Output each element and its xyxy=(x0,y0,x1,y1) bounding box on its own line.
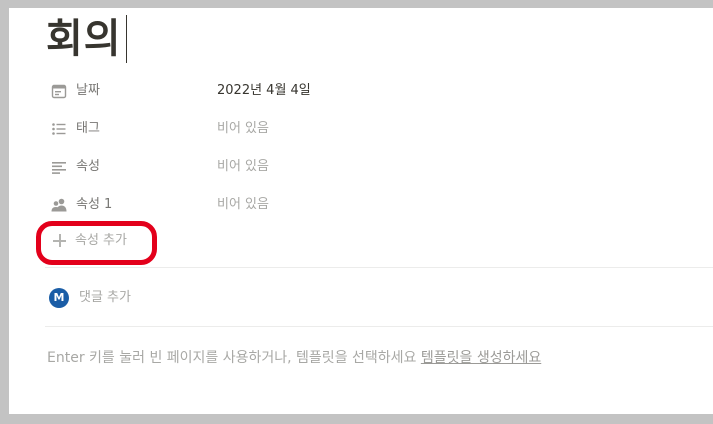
property-row-tags[interactable]: 태그 비어 있음 xyxy=(45,112,705,146)
text-caret xyxy=(126,15,127,63)
add-comment-label: 댓글 추가 xyxy=(79,290,131,305)
add-comment[interactable]: M 댓글 추가 xyxy=(45,285,445,311)
property-value[interactable]: 비어 있음 xyxy=(217,158,269,176)
divider xyxy=(45,326,713,327)
property-label: 태그 xyxy=(76,121,100,136)
property-row-date[interactable]: 날짜 2022년 4월 4일 xyxy=(45,74,705,108)
divider xyxy=(45,267,713,268)
plus-icon xyxy=(53,234,66,247)
text-lines-icon xyxy=(51,159,67,175)
property-row-text[interactable]: 속성 비어 있음 xyxy=(45,150,705,184)
page-canvas: 회의 날짜 2022년 4월 4일 태그 비어 있음 속성 비어 있음 속성 1… xyxy=(9,8,713,414)
hint-text: Enter 키를 눌러 빈 페이지를 사용하거나, 템플릿을 선택하세요 xyxy=(47,350,421,366)
people-icon xyxy=(51,197,67,213)
property-value[interactable]: 2022년 4월 4일 xyxy=(217,82,311,100)
property-label: 날짜 xyxy=(76,83,100,98)
property-row-person[interactable]: 속성 1 비어 있음 xyxy=(45,188,705,222)
property-label: 속성 xyxy=(76,159,100,174)
page-title[interactable]: 회의 xyxy=(46,12,122,66)
property-value[interactable]: 비어 있음 xyxy=(217,120,269,138)
avatar: M xyxy=(49,288,69,308)
property-label: 속성 1 xyxy=(76,197,113,212)
add-property-label: 속성 추가 xyxy=(75,233,127,248)
list-icon xyxy=(51,121,67,137)
property-value[interactable]: 비어 있음 xyxy=(217,196,269,214)
calendar-icon xyxy=(51,83,67,99)
empty-page-hint: Enter 키를 눌러 빈 페이지를 사용하거나, 템플릿을 선택하세요 템플릿… xyxy=(47,348,541,368)
add-property-button[interactable]: 속성 추가 xyxy=(45,226,165,256)
create-template-link[interactable]: 템플릿을 생성하세요 xyxy=(421,350,541,366)
